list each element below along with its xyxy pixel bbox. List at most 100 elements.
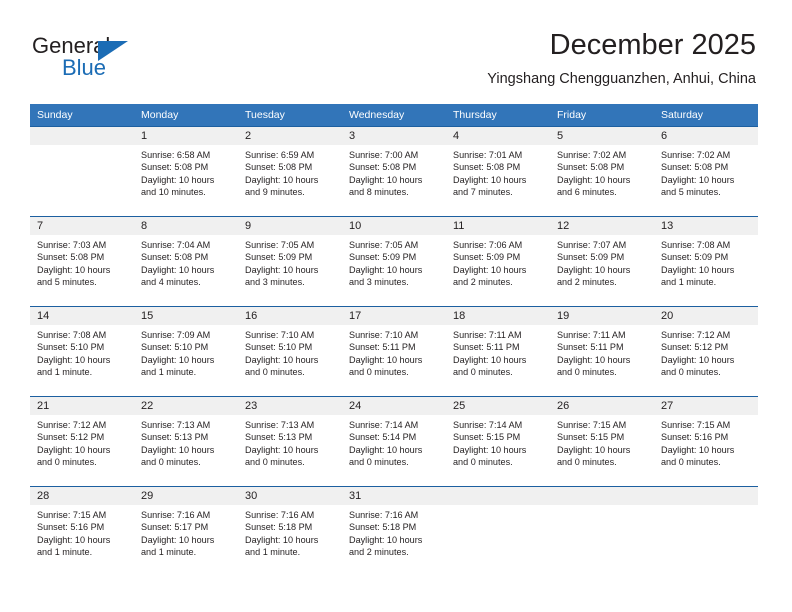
day-cell-30[interactable]: 30 Sunrise: 7:16 AM Sunset: 5:18 PM Dayligh… xyxy=(238,486,342,576)
sunrise-text: Sunrise: 7:05 AM xyxy=(245,240,315,250)
sunrise-text: Sunrise: 7:05 AM xyxy=(349,240,419,250)
day-cell-12[interactable]: 12 Sunrise: 7:07 AM Sunset: 5:09 PM Dayligh… xyxy=(550,216,654,306)
sunrise-text: Sunrise: 7:09 AM xyxy=(141,330,211,340)
daylight-text-line2: and 0 minutes. xyxy=(245,456,305,467)
sunset-text: Sunset: 5:13 PM xyxy=(141,432,209,443)
sunset-text: Sunset: 5:17 PM xyxy=(141,522,209,533)
daylight-text-line1: Daylight: 10 hours xyxy=(661,444,735,455)
sunset-text: Sunset: 5:08 PM xyxy=(37,252,105,263)
day-cell-28[interactable]: 28 Sunrise: 7:15 AM Sunset: 5:16 PM Dayligh… xyxy=(30,486,134,576)
day-number: 25 xyxy=(446,397,550,415)
day-number: 29 xyxy=(134,487,238,505)
day-details: Sunrise: 7:05 AM Sunset: 5:09 PM Daylight:… xyxy=(238,235,342,288)
day-cell-4[interactable]: 4 Sunrise: 7:01 AM Sunset: 5:08 PM Daylight… xyxy=(446,126,550,216)
calendar-day-cell: 12 Sunrise: 7:07 AM Sunset: 5:09 PM Dayligh… xyxy=(550,216,654,306)
day-cell-26[interactable]: 26 Sunrise: 7:15 AM Sunset: 5:15 PM Dayligh… xyxy=(550,396,654,486)
sunrise-text: Sunrise: 6:58 AM xyxy=(141,150,211,160)
daylight-text-line1: Daylight: 10 hours xyxy=(245,354,319,365)
calendar-week-row: 28 Sunrise: 7:15 AM Sunset: 5:16 PM Dayligh… xyxy=(30,486,758,576)
day-number: 8 xyxy=(134,217,238,235)
calendar-day-cell: 18 Sunrise: 7:11 AM Sunset: 5:11 PM Dayligh… xyxy=(446,306,550,396)
day-number: 30 xyxy=(238,487,342,505)
day-cell-13[interactable]: 13 Sunrise: 7:08 AM Sunset: 5:09 PM Dayligh… xyxy=(654,216,758,306)
sunset-text: Sunset: 5:09 PM xyxy=(661,252,729,263)
day-details: Sunrise: 7:14 AM Sunset: 5:14 PM Daylight:… xyxy=(342,415,446,468)
daylight-text-line1: Daylight: 10 hours xyxy=(661,354,735,365)
weekday-header-thursday: Thursday xyxy=(446,104,550,126)
daylight-text-line1: Daylight: 10 hours xyxy=(245,264,319,275)
daylight-text-line1: Daylight: 10 hours xyxy=(37,264,111,275)
sunrise-text: Sunrise: 7:10 AM xyxy=(349,330,419,340)
day-cell-25[interactable]: 25 Sunrise: 7:14 AM Sunset: 5:15 PM Dayligh… xyxy=(446,396,550,486)
day-cell-15[interactable]: 15 Sunrise: 7:09 AM Sunset: 5:10 PM Dayligh… xyxy=(134,306,238,396)
daylight-text-line2: and 1 minute. xyxy=(37,546,93,557)
general-blue-logo[interactable]: General Blue xyxy=(32,34,212,90)
daylight-text-line2: and 9 minutes. xyxy=(245,186,305,197)
calendar-day-cell: 17 Sunrise: 7:10 AM Sunset: 5:11 PM Dayligh… xyxy=(342,306,446,396)
day-cell-23[interactable]: 23 Sunrise: 7:13 AM Sunset: 5:13 PM Dayligh… xyxy=(238,396,342,486)
day-details: Sunrise: 7:03 AM Sunset: 5:08 PM Daylight:… xyxy=(30,235,134,288)
day-cell-1[interactable]: 1 Sunrise: 6:58 AM Sunset: 5:08 PM Daylight… xyxy=(134,126,238,216)
daylight-text-line2: and 6 minutes. xyxy=(557,186,617,197)
day-cell-7[interactable]: 7 Sunrise: 7:03 AM Sunset: 5:08 PM Daylight… xyxy=(30,216,134,306)
calendar-day-cell: 25 Sunrise: 7:14 AM Sunset: 5:15 PM Dayligh… xyxy=(446,396,550,486)
day-number: 22 xyxy=(134,397,238,415)
day-details: Sunrise: 7:15 AM Sunset: 5:16 PM Daylight:… xyxy=(30,505,134,558)
sunset-text: Sunset: 5:15 PM xyxy=(557,432,625,443)
day-cell-10[interactable]: 10 Sunrise: 7:05 AM Sunset: 5:09 PM Dayligh… xyxy=(342,216,446,306)
day-cell-5[interactable]: 5 Sunrise: 7:02 AM Sunset: 5:08 PM Daylight… xyxy=(550,126,654,216)
day-details: Sunrise: 7:15 AM Sunset: 5:15 PM Daylight:… xyxy=(550,415,654,468)
day-cell-24[interactable]: 24 Sunrise: 7:14 AM Sunset: 5:14 PM Dayligh… xyxy=(342,396,446,486)
day-cell-20[interactable]: 20 Sunrise: 7:12 AM Sunset: 5:12 PM Dayligh… xyxy=(654,306,758,396)
calendar-day-cell xyxy=(550,486,654,576)
day-cell-17[interactable]: 17 Sunrise: 7:10 AM Sunset: 5:11 PM Dayligh… xyxy=(342,306,446,396)
day-number: 5 xyxy=(550,127,654,145)
day-cell-2[interactable]: 2 Sunrise: 6:59 AM Sunset: 5:08 PM Daylight… xyxy=(238,126,342,216)
daylight-text-line1: Daylight: 10 hours xyxy=(453,174,527,185)
empty-day-cell xyxy=(550,486,654,576)
day-cell-3[interactable]: 3 Sunrise: 7:00 AM Sunset: 5:08 PM Daylight… xyxy=(342,126,446,216)
day-cell-9[interactable]: 9 Sunrise: 7:05 AM Sunset: 5:09 PM Daylight… xyxy=(238,216,342,306)
daylight-text-line1: Daylight: 10 hours xyxy=(661,264,735,275)
sunrise-text: Sunrise: 7:04 AM xyxy=(141,240,211,250)
daylight-text-line2: and 0 minutes. xyxy=(349,366,409,377)
day-cell-27[interactable]: 27 Sunrise: 7:15 AM Sunset: 5:16 PM Dayligh… xyxy=(654,396,758,486)
sunset-text: Sunset: 5:16 PM xyxy=(37,522,105,533)
day-cell-6[interactable]: 6 Sunrise: 7:02 AM Sunset: 5:08 PM Daylight… xyxy=(654,126,758,216)
day-cell-21[interactable]: 21 Sunrise: 7:12 AM Sunset: 5:12 PM Dayligh… xyxy=(30,396,134,486)
day-cell-29[interactable]: 29 Sunrise: 7:16 AM Sunset: 5:17 PM Dayligh… xyxy=(134,486,238,576)
day-cell-22[interactable]: 22 Sunrise: 7:13 AM Sunset: 5:13 PM Dayligh… xyxy=(134,396,238,486)
sunrise-text: Sunrise: 7:12 AM xyxy=(661,330,731,340)
sunset-text: Sunset: 5:08 PM xyxy=(557,162,625,173)
daylight-text-line1: Daylight: 10 hours xyxy=(661,174,735,185)
day-number: 26 xyxy=(550,397,654,415)
day-number xyxy=(446,487,550,505)
weekday-header-wednesday: Wednesday xyxy=(342,104,446,126)
day-number: 1 xyxy=(134,127,238,145)
day-cell-14[interactable]: 14 Sunrise: 7:08 AM Sunset: 5:10 PM Dayligh… xyxy=(30,306,134,396)
calendar-day-cell: 16 Sunrise: 7:10 AM Sunset: 5:10 PM Dayligh… xyxy=(238,306,342,396)
daylight-text-line1: Daylight: 10 hours xyxy=(245,174,319,185)
calendar-day-cell: 20 Sunrise: 7:12 AM Sunset: 5:12 PM Dayligh… xyxy=(654,306,758,396)
day-cell-16[interactable]: 16 Sunrise: 7:10 AM Sunset: 5:10 PM Dayligh… xyxy=(238,306,342,396)
day-cell-31[interactable]: 31 Sunrise: 7:16 AM Sunset: 5:18 PM Dayligh… xyxy=(342,486,446,576)
day-details: Sunrise: 7:16 AM Sunset: 5:18 PM Daylight:… xyxy=(238,505,342,558)
calendar-week-row: 14 Sunrise: 7:08 AM Sunset: 5:10 PM Dayligh… xyxy=(30,306,758,396)
day-number: 10 xyxy=(342,217,446,235)
sunset-text: Sunset: 5:15 PM xyxy=(453,432,521,443)
calendar-header-row: Sunday Monday Tuesday Wednesday Thursday Frid… xyxy=(30,104,758,126)
day-cell-18[interactable]: 18 Sunrise: 7:11 AM Sunset: 5:11 PM Dayligh… xyxy=(446,306,550,396)
daylight-text-line2: and 0 minutes. xyxy=(245,366,305,377)
day-details: Sunrise: 7:12 AM Sunset: 5:12 PM Daylight:… xyxy=(654,325,758,378)
daylight-text-line2: and 0 minutes. xyxy=(141,456,201,467)
day-details: Sunrise: 6:58 AM Sunset: 5:08 PM Daylight:… xyxy=(134,145,238,198)
sunrise-text: Sunrise: 7:16 AM xyxy=(349,510,419,520)
day-cell-19[interactable]: 19 Sunrise: 7:11 AM Sunset: 5:11 PM Dayligh… xyxy=(550,306,654,396)
day-cell-8[interactable]: 8 Sunrise: 7:04 AM Sunset: 5:08 PM Daylight… xyxy=(134,216,238,306)
day-cell-11[interactable]: 11 Sunrise: 7:06 AM Sunset: 5:09 PM Dayligh… xyxy=(446,216,550,306)
day-details: Sunrise: 6:59 AM Sunset: 5:08 PM Daylight:… xyxy=(238,145,342,198)
sunrise-text: Sunrise: 7:08 AM xyxy=(37,330,107,340)
sunrise-text: Sunrise: 7:00 AM xyxy=(349,150,419,160)
empty-day-cell xyxy=(654,486,758,576)
sunset-text: Sunset: 5:08 PM xyxy=(141,252,209,263)
